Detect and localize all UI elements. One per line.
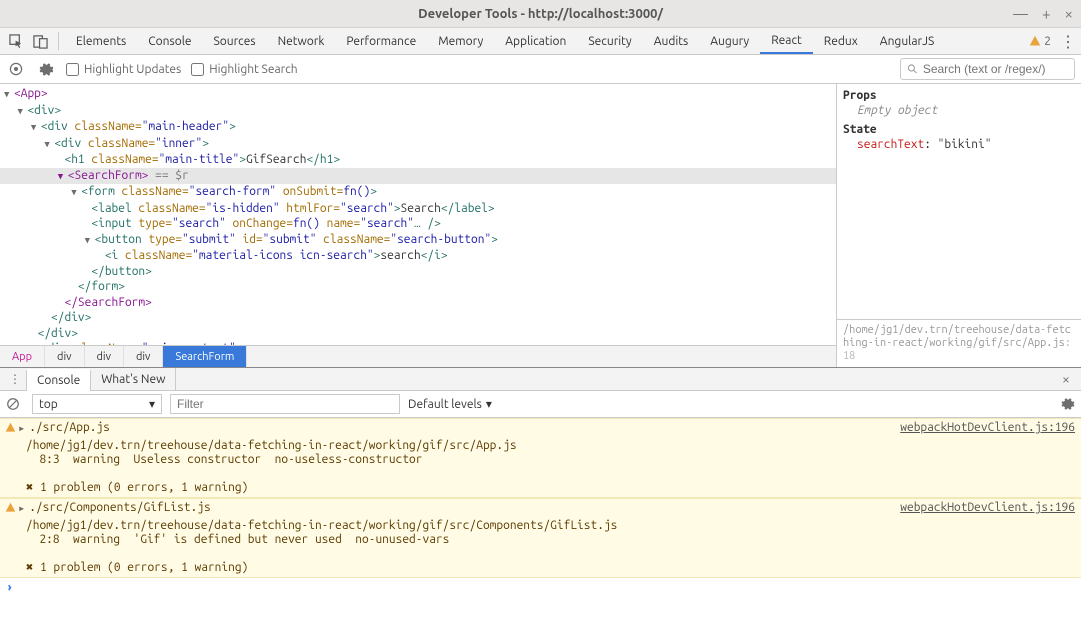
warning-icon xyxy=(5,502,16,513)
console-filter-input[interactable] xyxy=(170,394,400,414)
tree-node-app[interactable]: <App> xyxy=(14,87,48,100)
crumb-div[interactable]: div xyxy=(124,346,163,367)
console-menu-icon[interactable]: ⋮ xyxy=(4,372,26,386)
tab-performance[interactable]: Performance xyxy=(335,28,427,54)
crumb-app[interactable]: App xyxy=(0,346,45,367)
device-toolbar-icon[interactable] xyxy=(28,29,52,53)
clear-console-icon[interactable] xyxy=(6,397,24,411)
tab-sources[interactable]: Sources xyxy=(202,28,266,54)
warning-icon xyxy=(5,422,16,433)
window-title: Developer Tools - http://localhost:3000/ xyxy=(68,7,1013,21)
console-tab-whatsnew[interactable]: What's New xyxy=(91,368,176,390)
window-titlebar: Developer Tools - http://localhost:3000/… xyxy=(0,0,1081,28)
tab-elements[interactable]: Elements xyxy=(65,28,137,54)
chevron-down-icon: ▾ xyxy=(149,397,155,411)
react-toolbar: Highlight Updates Highlight Search xyxy=(0,55,1081,84)
console-close-icon[interactable]: × xyxy=(1055,371,1077,387)
tab-network[interactable]: Network xyxy=(267,28,336,54)
props-panel: Props Empty object State searchText: "bi… xyxy=(836,84,1081,367)
source-link[interactable]: webpackHotDevClient.js:196 xyxy=(880,501,1075,514)
window-maximize-button[interactable]: + xyxy=(1042,5,1050,22)
devtools-tabbar: Elements Console Sources Network Perform… xyxy=(0,28,1081,55)
window-close-button[interactable]: × xyxy=(1065,5,1073,22)
search-icon xyxy=(907,63,918,75)
crumb-div[interactable]: div xyxy=(85,346,124,367)
panel-tabs: Elements Console Sources Network Perform… xyxy=(65,28,945,54)
component-tree[interactable]: <App> <div> <div className="main-header"… xyxy=(0,84,836,345)
source-link[interactable]: webpackHotDevClient.js:196 xyxy=(880,421,1075,434)
tab-memory[interactable]: Memory xyxy=(427,28,494,54)
crumb-div[interactable]: div xyxy=(45,346,84,367)
tab-audits[interactable]: Audits xyxy=(643,28,700,54)
console-filter-bar: top▾ Default levels▾ xyxy=(0,391,1081,418)
state-entry[interactable]: searchText: "bikini" xyxy=(843,137,1075,152)
tab-redux[interactable]: Redux xyxy=(813,28,869,54)
chevron-down-icon: ▾ xyxy=(486,397,492,411)
component-search-box[interactable] xyxy=(900,58,1075,80)
devtools-menu-icon[interactable]: ⋮ xyxy=(1059,32,1077,51)
console-warning[interactable]: ▸ ./src/App.js webpackHotDevClient.js:19… xyxy=(0,418,1081,498)
inspect-element-icon[interactable] xyxy=(4,29,28,53)
tab-angularjs[interactable]: AngularJS xyxy=(869,28,945,54)
source-location[interactable]: /home/jg1/dev.trn/treehouse/data-fetchin… xyxy=(837,319,1081,367)
breadcrumb: App div div div SearchForm xyxy=(0,345,836,367)
expand-arrow-icon[interactable]: ▸ xyxy=(18,501,25,515)
tree-node[interactable]: <div> xyxy=(27,104,61,117)
highlight-search-checkbox[interactable] xyxy=(191,63,204,76)
component-search-input[interactable] xyxy=(923,62,1068,76)
crumb-searchform[interactable]: SearchForm xyxy=(163,346,247,367)
console-drawer-header: ⋮ Console What's New × xyxy=(0,367,1081,391)
highlight-updates-checkbox[interactable] xyxy=(66,63,79,76)
tab-application[interactable]: Application xyxy=(494,28,577,54)
window-minimize-button[interactable]: — xyxy=(1013,5,1028,22)
tab-console[interactable]: Console xyxy=(137,28,202,54)
tab-security[interactable]: Security xyxy=(577,28,642,54)
settings-gear-icon[interactable] xyxy=(36,59,56,79)
highlight-search-toggle[interactable]: Highlight Search xyxy=(191,63,297,76)
state-heading: State xyxy=(843,122,1075,137)
console-warning[interactable]: ▸ ./src/Components/GifList.js webpackHot… xyxy=(0,498,1081,578)
warnings-badge[interactable]: 2 xyxy=(1029,35,1051,48)
tab-augury[interactable]: Augury xyxy=(699,28,760,54)
console-tab-console[interactable]: Console xyxy=(26,369,91,391)
console-prompt[interactable]: › xyxy=(0,578,1081,597)
expand-arrow-icon[interactable]: ▸ xyxy=(18,421,25,435)
props-heading: Props xyxy=(843,88,1075,103)
context-selector[interactable]: top▾ xyxy=(32,394,162,414)
tab-react[interactable]: React xyxy=(760,28,813,54)
props-empty-label: Empty object xyxy=(843,103,1075,118)
console-settings-icon[interactable] xyxy=(1061,397,1075,411)
prompt-chevron-icon: › xyxy=(6,581,13,594)
select-element-icon[interactable] xyxy=(6,59,26,79)
console-output[interactable]: ▸ ./src/App.js webpackHotDevClient.js:19… xyxy=(0,418,1081,603)
tree-node-selected[interactable]: <SearchForm> == $r xyxy=(0,168,836,185)
log-levels-selector[interactable]: Default levels▾ xyxy=(408,397,492,411)
highlight-updates-toggle[interactable]: Highlight Updates xyxy=(66,63,181,76)
